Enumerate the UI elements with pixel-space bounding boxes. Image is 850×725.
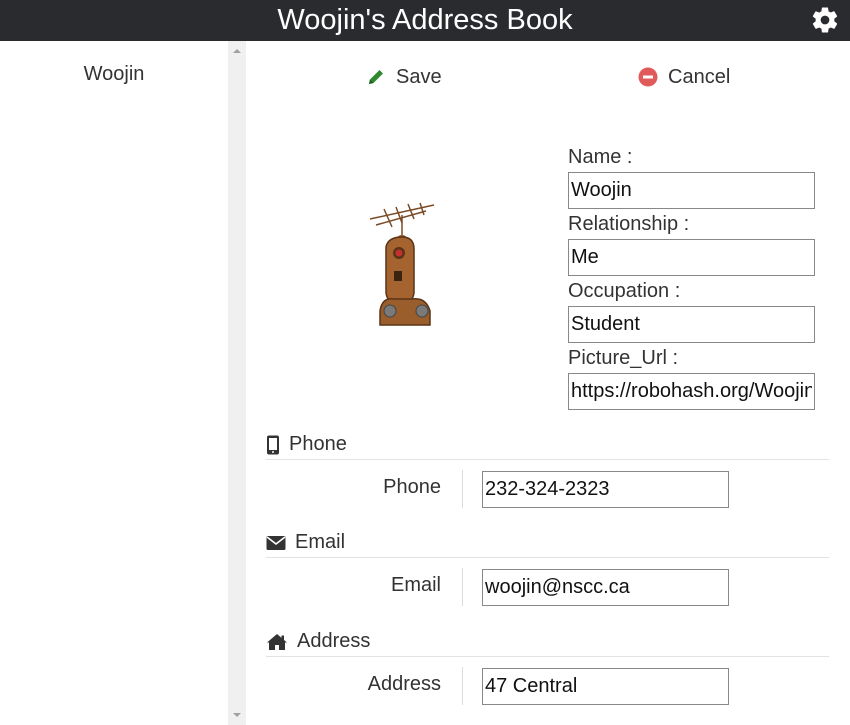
contact-editor: Save Cancel Name : Relationship : O xyxy=(246,41,850,725)
sidebar-scrollbar[interactable] xyxy=(228,41,246,725)
scroll-down-icon[interactable] xyxy=(232,710,242,720)
email-divider xyxy=(462,568,463,606)
email-section-title: Email xyxy=(295,531,346,553)
phone-input[interactable] xyxy=(482,471,729,508)
phone-label: Phone xyxy=(383,476,441,498)
home-icon xyxy=(267,633,287,650)
picture-url-input[interactable] xyxy=(568,373,815,410)
save-button[interactable]: Save xyxy=(366,65,442,89)
occupation-label: Occupation : xyxy=(568,280,681,302)
gear-icon[interactable] xyxy=(810,5,840,35)
envelope-icon xyxy=(266,535,286,550)
phone-section-title: Phone xyxy=(289,433,347,455)
phone-section-header: Phone xyxy=(266,430,829,460)
app-header: Woojin's Address Book xyxy=(0,0,850,41)
name-label: Name : xyxy=(568,146,633,168)
address-section-title: Address xyxy=(297,630,371,652)
address-input[interactable] xyxy=(482,668,729,705)
pencil-icon xyxy=(369,70,383,84)
relationship-input[interactable] xyxy=(568,239,815,276)
phone-divider xyxy=(462,470,463,508)
email-label: Email xyxy=(390,574,441,596)
email-input[interactable] xyxy=(482,569,729,606)
picture-url-label: Picture_Url : xyxy=(568,347,679,369)
save-label: Save xyxy=(396,65,442,88)
cancel-button[interactable]: Cancel xyxy=(638,65,730,89)
avatar xyxy=(369,202,435,326)
sidebar-item-woojin[interactable]: Woojin xyxy=(0,63,228,86)
occupation-input[interactable] xyxy=(568,306,815,343)
email-section-header: Email xyxy=(266,528,829,558)
contact-sidebar: Woojin xyxy=(0,41,228,725)
scroll-up-icon[interactable] xyxy=(232,46,242,56)
minus-circle-icon xyxy=(638,67,658,87)
app-title: Woojin's Address Book xyxy=(277,4,573,36)
address-label: Address xyxy=(367,673,441,695)
relationship-label: Relationship : xyxy=(568,213,690,235)
cancel-label: Cancel xyxy=(668,65,731,88)
mobile-phone-icon xyxy=(267,435,279,454)
address-section-header: Address xyxy=(266,627,829,657)
address-divider xyxy=(462,667,463,705)
name-input[interactable] xyxy=(568,172,815,209)
